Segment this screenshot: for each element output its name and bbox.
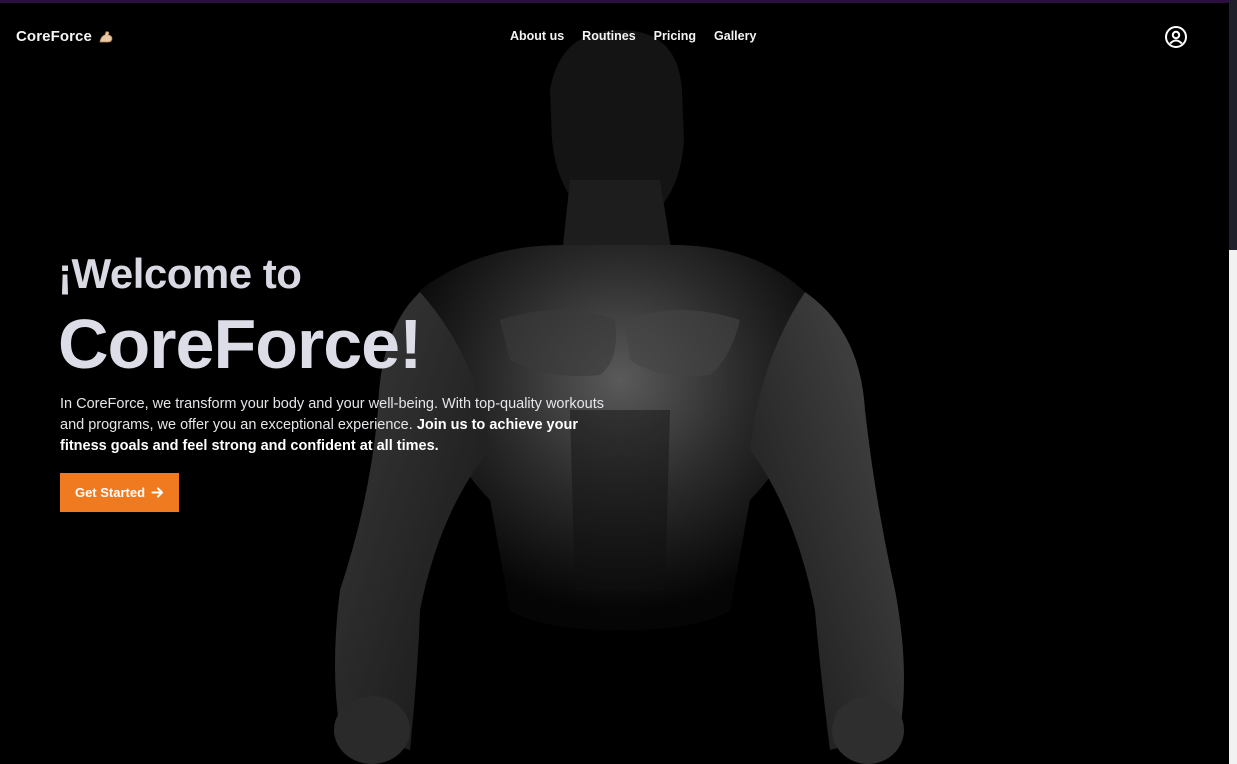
nav-link-pricing[interactable]: Pricing [654, 29, 696, 43]
brand-name: CoreForce [16, 28, 92, 45]
user-circle-icon[interactable] [1164, 25, 1188, 49]
nav-link-about-us[interactable]: About us [510, 29, 564, 43]
get-started-label: Get Started [74, 485, 146, 500]
flexed-biceps-icon [98, 29, 114, 45]
nav-link-routines[interactable]: Routines [582, 29, 635, 43]
nav-link-gallery[interactable]: Gallery [714, 29, 756, 43]
arrow-right-icon [151, 486, 164, 499]
hero-title: CoreForce! [58, 305, 422, 383]
hero-welcome-text: ¡Welcome to [58, 250, 302, 297]
brand-logo[interactable]: CoreForce [16, 28, 114, 45]
main-nav: About us Routines Pricing Gallery [510, 29, 756, 43]
get-started-button[interactable]: Get Started [60, 473, 179, 512]
top-accent-stripe [0, 0, 1237, 3]
hero-description: In CoreForce, we transform your body and… [60, 394, 608, 457]
scrollbar-thumb[interactable] [1229, 0, 1237, 250]
landing-page: CoreForce About us Routines Pricing Gall… [0, 0, 1237, 764]
page-scrollbar[interactable] [1229, 0, 1237, 764]
